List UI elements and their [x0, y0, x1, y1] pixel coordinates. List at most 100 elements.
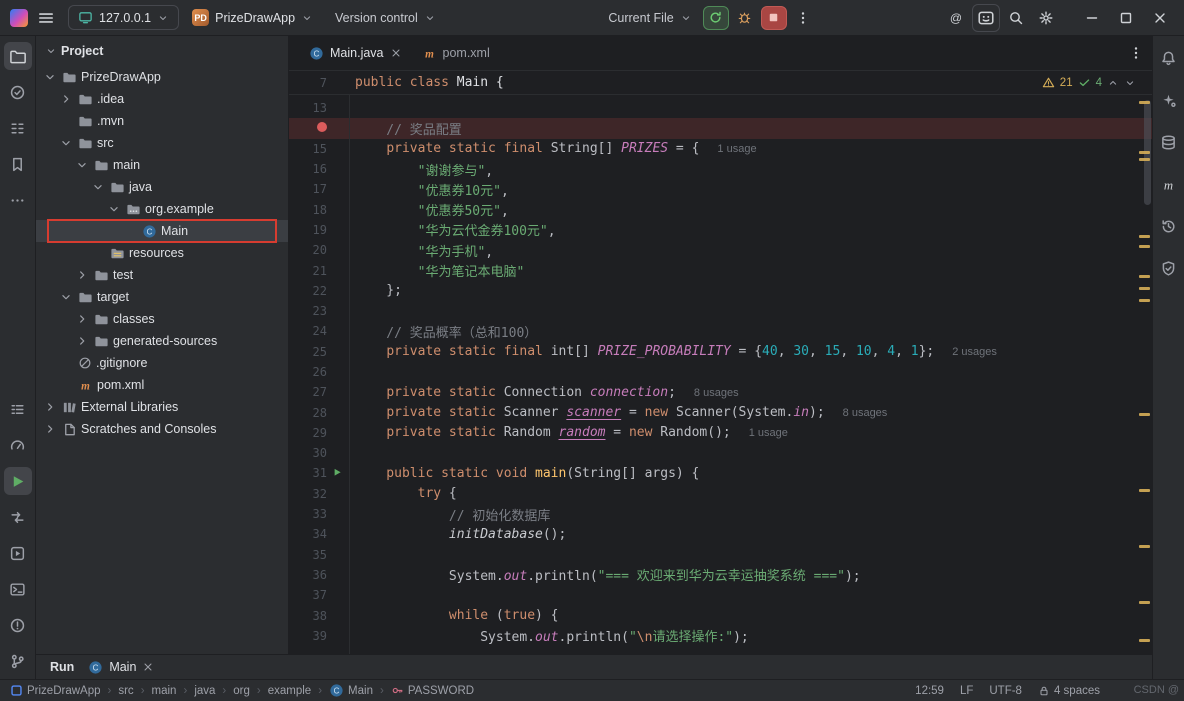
breadcrumb-java[interactable]: java	[194, 685, 215, 697]
history-icon[interactable]	[1155, 212, 1183, 240]
tree-item-src[interactable]: src	[36, 132, 288, 154]
code-line-38[interactable]: 38 while (true) {	[289, 605, 1152, 625]
code-line-29[interactable]: 29 private static Random random = new Ra…	[289, 423, 1152, 443]
warning-stripe-mark[interactable]	[1139, 275, 1150, 278]
code-line-13[interactable]: 13	[289, 98, 1152, 118]
tree-item-java[interactable]: java	[36, 176, 288, 198]
run-tab-main[interactable]: C Main	[88, 660, 154, 675]
warning-stripe-mark[interactable]	[1139, 545, 1150, 548]
tree-item-test[interactable]: test	[36, 264, 288, 286]
tree-item-main[interactable]: main	[36, 154, 288, 176]
search-everywhere-button[interactable]	[1002, 4, 1030, 32]
more-actions-button[interactable]	[789, 4, 817, 32]
version-control-widget[interactable]: Version control	[326, 7, 445, 29]
line-number[interactable]: 30	[289, 446, 327, 460]
tree-item-target[interactable]: target	[36, 286, 288, 308]
code-line-20[interactable]: 20 "华为手机",	[289, 240, 1152, 260]
more-tool-windows-icon[interactable]	[4, 186, 32, 214]
line-number[interactable]: 21	[289, 264, 327, 278]
mention-button[interactable]: @	[942, 4, 970, 32]
warning-stripe-mark[interactable]	[1139, 489, 1150, 492]
breadcrumb-main[interactable]: CMain	[329, 683, 373, 698]
rerun-button[interactable]	[703, 6, 729, 30]
line-number[interactable]: 19	[289, 223, 327, 237]
tree-item-pom-xml[interactable]: mpom.xml	[36, 374, 288, 396]
warning-stripe-mark[interactable]	[1139, 299, 1150, 302]
line-number[interactable]: 31	[289, 466, 327, 480]
line-number[interactable]: 32	[289, 487, 327, 501]
warning-stripe-mark[interactable]	[1139, 245, 1150, 248]
line-number[interactable]: 24	[289, 324, 327, 338]
warning-stripe-mark[interactable]	[1139, 158, 1150, 161]
chevron-right-icon[interactable]	[74, 334, 90, 348]
warning-stripe-mark[interactable]	[1139, 151, 1150, 154]
line-number[interactable]: 29	[289, 426, 327, 440]
chevron-down-icon[interactable]	[90, 180, 106, 194]
project-widget[interactable]: PD PrizeDrawApp	[183, 5, 322, 30]
close-button[interactable]	[1146, 4, 1174, 32]
chevron-down-icon[interactable]	[74, 158, 90, 172]
code-line-16[interactable]: 16 "谢谢参与",	[289, 159, 1152, 179]
chevron-down-icon[interactable]	[58, 136, 74, 150]
tree-item-resources[interactable]: resources	[36, 242, 288, 264]
qodana-shield-icon[interactable]	[1155, 254, 1183, 282]
project-tool-icon[interactable]	[4, 42, 32, 70]
code-line-17[interactable]: 17 "优惠券10元",	[289, 179, 1152, 199]
problems-tool-icon[interactable]	[4, 611, 32, 639]
code-line-39[interactable]: 39 System.out.println("\n请选择操作:");	[289, 626, 1152, 646]
code-line-37[interactable]: 37	[289, 585, 1152, 605]
tree-item-scratches-and-consoles[interactable]: Scratches and Consoles	[36, 418, 288, 440]
chevron-right-icon[interactable]	[42, 422, 58, 436]
code-line-36[interactable]: 36 System.out.println("=== 欢迎来到华为云幸运抽奖系统…	[289, 565, 1152, 585]
code-line-26[interactable]: 26	[289, 362, 1152, 382]
maximize-button[interactable]	[1112, 4, 1140, 32]
line-number[interactable]: 28	[289, 406, 327, 420]
code-line-27[interactable]: 27 private static Connection connection;…	[289, 382, 1152, 402]
commit-tool-icon[interactable]	[4, 78, 32, 106]
terminal-tool-icon[interactable]	[4, 575, 32, 603]
code-area[interactable]: 13 // 奖品配置15 private static final String…	[289, 95, 1152, 654]
chevron-right-icon[interactable]	[42, 400, 58, 414]
code-line-23[interactable]: 23	[289, 301, 1152, 321]
code-line-32[interactable]: 32 try {	[289, 484, 1152, 504]
code-line-15[interactable]: 15 private static final String[] PRIZES …	[289, 139, 1152, 159]
code-line-31[interactable]: 31 public static void main(String[] args…	[289, 463, 1152, 483]
line-separator-indicator[interactable]: LF	[960, 685, 973, 697]
indent-indicator[interactable]: 4 spaces	[1038, 685, 1100, 697]
tree-item--gitignore[interactable]: .gitignore	[36, 352, 288, 374]
breakpoint-dot[interactable]	[289, 121, 327, 135]
code-line-19[interactable]: 19 "华为云代金券100元",	[289, 220, 1152, 240]
chevron-right-icon[interactable]	[74, 268, 90, 282]
run-tool-icon[interactable]	[4, 467, 32, 495]
todo-tool-icon[interactable]	[4, 395, 32, 423]
chevron-right-icon[interactable]	[58, 92, 74, 106]
close-tab-icon[interactable]	[390, 47, 402, 59]
code-line-35[interactable]: 35	[289, 545, 1152, 565]
chevron-up-icon[interactable]	[1107, 77, 1119, 89]
tree-item--mvn[interactable]: .mvn	[36, 110, 288, 132]
code-line-30[interactable]: 30	[289, 443, 1152, 463]
breadcrumb-password[interactable]: PASSWORD	[391, 684, 474, 697]
line-number[interactable]: 39	[289, 629, 327, 643]
code-line-18[interactable]: 18 "优惠券50元",	[289, 199, 1152, 219]
breadcrumb-prizedrawapp[interactable]: PrizeDrawApp	[10, 684, 101, 697]
code-line-33[interactable]: 33 // 初始化数据库	[289, 504, 1152, 524]
warning-stripe-mark[interactable]	[1139, 287, 1150, 290]
notifications-icon[interactable]	[1155, 44, 1183, 72]
editor-options-kebab-icon[interactable]	[1128, 45, 1144, 61]
main-menu-button[interactable]	[32, 4, 60, 32]
code-line-21[interactable]: 21 "华为笔记本电脑"	[289, 260, 1152, 280]
minimize-button[interactable]	[1078, 4, 1106, 32]
chevron-down-icon[interactable]	[1124, 77, 1136, 89]
line-number[interactable]: 35	[289, 548, 327, 562]
code-line-34[interactable]: 34 initDatabase();	[289, 524, 1152, 544]
line-number[interactable]: 38	[289, 609, 327, 623]
warning-stripe-mark[interactable]	[1139, 601, 1150, 604]
tree-item-org-example[interactable]: org.example	[36, 198, 288, 220]
tree-item-prizedrawapp[interactable]: PrizeDrawApp	[36, 66, 288, 88]
line-number[interactable]: 18	[289, 203, 327, 217]
encoding-indicator[interactable]: UTF-8	[989, 685, 1022, 697]
tab-main-java[interactable]: CMain.java	[299, 36, 412, 70]
warning-stripe-mark[interactable]	[1139, 413, 1150, 416]
remote-host-widget[interactable]: 127.0.0.1	[68, 5, 179, 30]
